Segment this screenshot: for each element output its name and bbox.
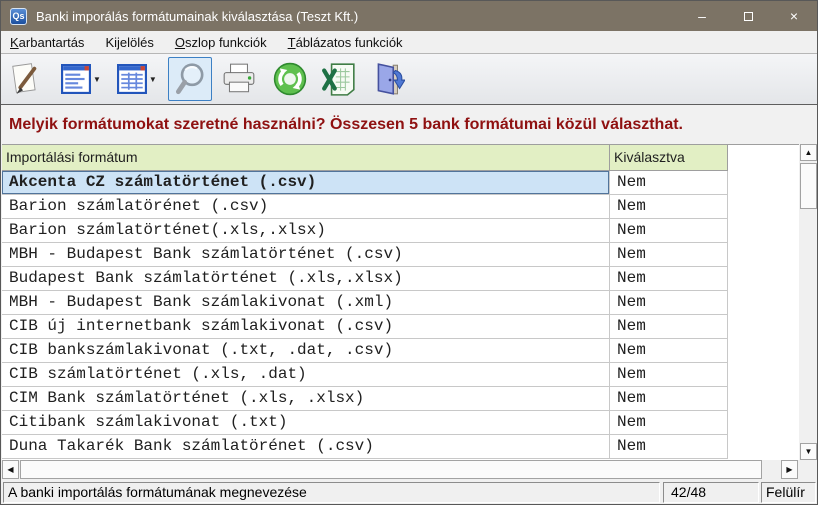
app-window: Qs Banki imporálás formátumainak kiválas… <box>0 0 818 505</box>
scroll-up-icon: ▲ <box>805 148 813 157</box>
menu-item-tablazatos-funkciok[interactable]: Táblázatos funkciók <box>288 35 403 50</box>
selected-cell[interactable]: Nem <box>610 315 728 339</box>
format-cell[interactable]: Duna Takarék Bank számlatörénet (.csv) <box>2 435 610 459</box>
maximize-icon <box>744 12 753 21</box>
selected-cell[interactable]: Nem <box>610 267 728 291</box>
status-field-description: A banki importálás formátumának megnevez… <box>3 482 660 503</box>
close-icon: × <box>790 8 798 24</box>
table-row[interactable]: Duna Takarék Bank számlatörénet (.csv)Ne… <box>2 435 799 459</box>
table-row[interactable]: CIB számlatörténet (.xls, .dat)Nem <box>2 363 799 387</box>
vertical-scroll-thumb[interactable] <box>800 163 817 209</box>
menu-item-oszlop-funkciok[interactable]: Oszlop funkciók <box>175 35 267 50</box>
format-cell[interactable]: CIB számlatörténet (.xls, .dat) <box>2 363 610 387</box>
toolbar: ▼ ▼ <box>1 54 817 105</box>
selected-cell[interactable]: Nem <box>610 291 728 315</box>
format-cell[interactable]: MBH - Budapest Bank számlatörténet (.csv… <box>2 243 610 267</box>
print-button[interactable] <box>218 57 260 101</box>
selected-cell[interactable]: Nem <box>610 195 728 219</box>
selected-cell[interactable]: Nem <box>610 363 728 387</box>
table-row[interactable]: Barion számlatörténet(.xls,.xlsx)Nem <box>2 219 799 243</box>
horizontal-scrollbar[interactable]: ◀ ▶ <box>2 460 798 479</box>
selected-cell[interactable]: Nem <box>610 219 728 243</box>
window-title: Banki imporálás formátumainak kiválasztá… <box>36 9 358 24</box>
table-row[interactable]: Budapest Bank számlatörténet (.xls,.xlsx… <box>2 267 799 291</box>
scroll-down-icon: ▼ <box>805 447 813 456</box>
table-view-icon <box>117 64 147 94</box>
selected-cell[interactable]: Nem <box>610 435 728 459</box>
table-row[interactable]: Citibank számlakivonat (.txt)Nem <box>2 411 799 435</box>
table-row[interactable]: Barion számlatörénet (.csv)Nem <box>2 195 799 219</box>
selected-cell[interactable]: Nem <box>610 243 728 267</box>
app-icon-label: Qs <box>12 11 24 21</box>
table-row[interactable]: CIB bankszámlakivonat (.txt, .dat, .csv)… <box>2 339 799 363</box>
form-view-icon <box>61 64 91 94</box>
exit-button[interactable] <box>370 57 408 101</box>
exit-door-icon <box>373 61 405 97</box>
form-view-button[interactable]: ▼ <box>58 57 104 101</box>
table-row[interactable]: Akcenta CZ számlatörténet (.csv)Nem <box>2 171 799 195</box>
table-row[interactable]: CIM Bank számlatörténet (.xls, .xlsx)Nem <box>2 387 799 411</box>
window-controls: – × <box>679 1 817 31</box>
minimize-button[interactable]: – <box>679 1 725 31</box>
column-header-format[interactable]: Importálási formátum <box>2 145 610 171</box>
message-bar: Melyik formátumokat szeretné használni? … <box>1 105 817 144</box>
format-cell[interactable]: Barion számlatörénet (.csv) <box>2 195 610 219</box>
search-button[interactable] <box>168 57 212 101</box>
scrollbar-corner <box>798 460 818 480</box>
grid-header-row: Importálási formátum Kiválasztva <box>2 145 799 171</box>
format-cell[interactable]: CIM Bank számlatörténet (.xls, .xlsx) <box>2 387 610 411</box>
scroll-right-icon: ▶ <box>786 465 792 474</box>
table-view-dropdown-icon[interactable]: ▼ <box>149 75 157 84</box>
maximize-button[interactable] <box>725 1 771 31</box>
table-row[interactable]: MBH - Budapest Bank számlatörténet (.csv… <box>2 243 799 267</box>
format-cell[interactable]: Barion számlatörténet(.xls,.xlsx) <box>2 219 610 243</box>
format-table-rows: Akcenta CZ számlatörténet (.csv)NemBario… <box>2 171 799 459</box>
status-record-position: 42/48 <box>663 482 759 503</box>
app-icon[interactable]: Qs <box>10 8 27 25</box>
format-cell[interactable]: Akcenta CZ számlatörténet (.csv) <box>2 171 610 195</box>
menubar: Karbantartás Kijelölés Oszlop funkciók T… <box>1 31 817 54</box>
format-cell[interactable]: Citibank számlakivonat (.txt) <box>2 411 610 435</box>
minimize-icon: – <box>698 8 706 24</box>
format-cell[interactable]: Budapest Bank számlatörténet (.xls,.xlsx… <box>2 267 610 291</box>
scroll-down-button[interactable]: ▼ <box>800 443 817 460</box>
excel-export-button[interactable] <box>318 57 360 101</box>
table-view-button[interactable]: ▼ <box>114 57 160 101</box>
message-text: Melyik formátumokat szeretné használni? … <box>9 116 683 134</box>
menu-item-karbantartas[interactable]: Karbantartás <box>10 35 84 50</box>
menu-item-kijeloles[interactable]: Kijelölés <box>105 35 153 50</box>
selected-cell[interactable]: Nem <box>610 171 728 195</box>
statusbar: A banki importálás formátumának megnevez… <box>1 480 817 504</box>
scroll-left-icon: ◀ <box>7 465 13 474</box>
format-cell[interactable]: CIB új internetbank számlakivonat (.csv) <box>2 315 610 339</box>
search-icon <box>172 61 208 97</box>
scroll-left-button[interactable]: ◀ <box>2 460 19 479</box>
scroll-right-button[interactable]: ▶ <box>781 460 798 479</box>
printer-icon <box>221 62 257 96</box>
selected-cell[interactable]: Nem <box>610 339 728 363</box>
refresh-button[interactable] <box>270 57 310 101</box>
scroll-up-button[interactable]: ▲ <box>800 144 817 161</box>
status-edit-mode: Felülír <box>761 482 816 503</box>
format-grid: Importálási formátum Kiválasztva Akcenta… <box>2 144 799 460</box>
excel-icon <box>321 62 357 96</box>
horizontal-scroll-thumb[interactable] <box>20 460 762 479</box>
close-button[interactable]: × <box>771 1 817 31</box>
table-row[interactable]: MBH - Budapest Bank számlakivonat (.xml)… <box>2 291 799 315</box>
selected-cell[interactable]: Nem <box>610 387 728 411</box>
form-view-dropdown-icon[interactable]: ▼ <box>93 75 101 84</box>
format-cell[interactable]: CIB bankszámlakivonat (.txt, .dat, .csv) <box>2 339 610 363</box>
edit-button[interactable] <box>6 57 44 101</box>
vertical-scrollbar[interactable]: ▲ ▼ <box>800 144 817 460</box>
titlebar[interactable]: Qs Banki imporálás formátumainak kiválas… <box>1 1 817 31</box>
table-row[interactable]: CIB új internetbank számlakivonat (.csv)… <box>2 315 799 339</box>
selected-cell[interactable]: Nem <box>610 411 728 435</box>
edit-icon <box>9 61 41 97</box>
format-cell[interactable]: MBH - Budapest Bank számlakivonat (.xml) <box>2 291 610 315</box>
refresh-icon <box>273 62 307 96</box>
column-header-selected[interactable]: Kiválasztva <box>610 145 728 171</box>
